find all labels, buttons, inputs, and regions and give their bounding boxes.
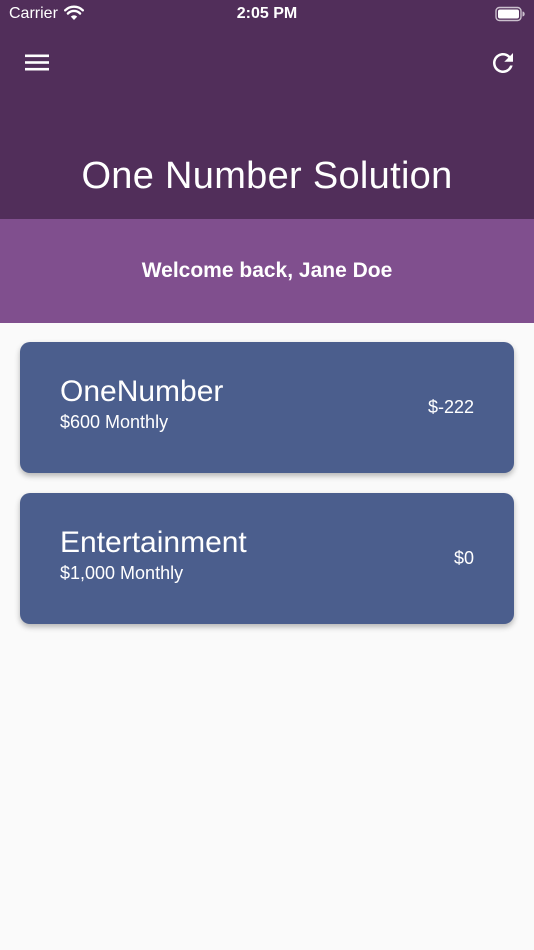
budget-card-entertainment[interactable]: Entertainment $1,000 Monthly $0 (20, 493, 514, 624)
refresh-button[interactable] (488, 48, 518, 78)
app-screen: Carrier 2:05 PM One Number Solution Welc… (0, 0, 534, 950)
menu-button[interactable] (22, 48, 52, 78)
budget-balance: $0 (453, 548, 474, 568)
app-bar: Carrier 2:05 PM One Number Solution (0, 0, 534, 219)
status-time: 2:05 PM (236, 5, 298, 22)
welcome-message: Welcome back, Jane Doe (141, 259, 393, 282)
budget-monthly-amount: $600 Monthly (60, 412, 169, 432)
battery-icon (495, 6, 525, 22)
budget-card-onenumber[interactable]: OneNumber $600 Monthly $-222 (20, 342, 514, 473)
budget-monthly-amount: $1,000 Monthly (60, 563, 184, 583)
budget-name: OneNumber (60, 375, 224, 408)
budget-balance: $-222 (427, 397, 474, 417)
welcome-banner: Welcome back, Jane Doe (0, 219, 534, 323)
hamburger-menu-icon (25, 54, 49, 71)
app-title: One Number Solution (81, 155, 453, 197)
status-bar: Carrier 2:05 PM (0, 0, 534, 28)
refresh-icon (493, 53, 513, 73)
budget-name: Entertainment (60, 526, 247, 559)
